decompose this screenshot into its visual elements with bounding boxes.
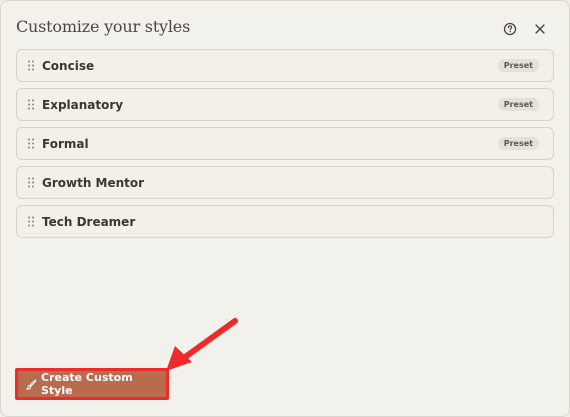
dialog-title: Customize your styles — [16, 17, 191, 36]
styles-list: Concise Preset Explanatory Preset Formal… — [16, 49, 554, 244]
style-item-label: Tech Dreamer — [42, 214, 136, 229]
help-icon[interactable] — [503, 22, 517, 36]
customize-styles-dialog: Customize your styles Concise Preset Exp… — [0, 0, 570, 417]
preset-badge: Preset — [497, 137, 539, 150]
style-item-tech-dreamer[interactable]: Tech Dreamer — [16, 205, 554, 238]
style-item-label: Growth Mentor — [42, 175, 145, 190]
create-custom-style-button[interactable]: Create Custom Style — [15, 368, 169, 400]
style-item-concise[interactable]: Concise Preset — [16, 49, 554, 82]
style-item-growth-mentor[interactable]: Growth Mentor — [16, 166, 554, 199]
drag-handle-icon[interactable] — [27, 99, 35, 110]
annotation-arrow-icon — [166, 318, 238, 371]
drag-handle-icon[interactable] — [27, 60, 35, 71]
preset-badge: Preset — [497, 59, 539, 72]
style-item-label: Concise — [42, 58, 95, 73]
create-custom-style-label: Create Custom Style — [41, 371, 133, 397]
drag-handle-icon[interactable] — [27, 216, 35, 227]
style-item-formal[interactable]: Formal Preset — [16, 127, 554, 160]
brush-icon — [26, 378, 37, 390]
preset-badge: Preset — [497, 98, 539, 111]
close-icon[interactable] — [533, 22, 547, 36]
drag-handle-icon[interactable] — [27, 138, 35, 149]
drag-handle-icon[interactable] — [27, 177, 35, 188]
style-item-label: Formal — [42, 136, 89, 151]
style-item-label: Explanatory — [42, 97, 124, 112]
style-item-explanatory[interactable]: Explanatory Preset — [16, 88, 554, 121]
